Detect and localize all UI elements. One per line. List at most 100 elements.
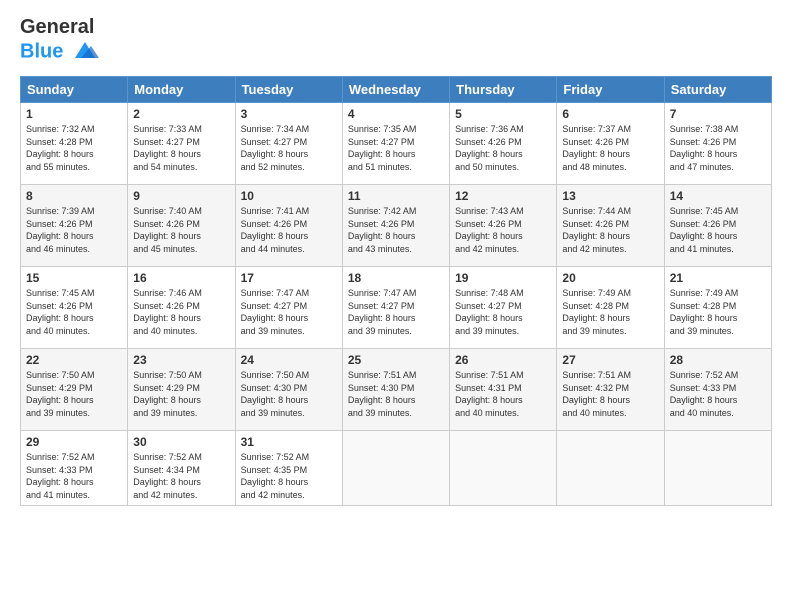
table-row: 5Sunrise: 7:36 AMSunset: 4:26 PMDaylight… [450,103,557,185]
calendar-week-3: 15 Sunrise: 7:45 AMSunset: 4:26 PMDayligh… [21,267,772,349]
table-row: 18 Sunrise: 7:47 AMSunset: 4:27 PMDayligh… [342,267,449,349]
table-row: 6Sunrise: 7:37 AMSunset: 4:26 PMDaylight… [557,103,664,185]
logo-blue-text: Blue [20,38,99,66]
day-number: 8 [26,189,122,203]
table-row [342,431,449,506]
table-row: 1 Sunrise: 7:32 AMSunset: 4:28 PMDaylight… [21,103,128,185]
table-row: 24 Sunrise: 7:50 AMSunset: 4:30 PMDayligh… [235,349,342,431]
table-row: 28Sunrise: 7:52 AMSunset: 4:33 PMDayligh… [664,349,771,431]
day-info: Sunrise: 7:52 AMSunset: 4:33 PMDaylight:… [670,369,766,419]
page: General Blue Sunday Monday Tuesday [0,0,792,612]
day-number: 15 [26,271,122,285]
day-info: Sunrise: 7:34 AMSunset: 4:27 PMDaylight:… [241,123,337,173]
day-number: 31 [241,435,337,449]
table-row: 10 Sunrise: 7:41 AMSunset: 4:26 PMDayligh… [235,185,342,267]
table-row: 26 Sunrise: 7:51 AMSunset: 4:31 PMDayligh… [450,349,557,431]
calendar-header-row: Sunday Monday Tuesday Wednesday Thursday… [21,77,772,103]
table-row: 19 Sunrise: 7:48 AMSunset: 4:27 PMDayligh… [450,267,557,349]
col-saturday: Saturday [664,77,771,103]
day-info: Sunrise: 7:52 AMSunset: 4:35 PMDaylight:… [241,451,337,501]
day-number: 12 [455,189,551,203]
day-info: Sunrise: 7:32 AMSunset: 4:28 PMDaylight:… [26,123,122,173]
day-number: 10 [241,189,337,203]
day-number: 16 [133,271,229,285]
day-info: Sunrise: 7:33 AMSunset: 4:27 PMDaylight:… [133,123,229,173]
table-row: 11 Sunrise: 7:42 AMSunset: 4:26 PMDayligh… [342,185,449,267]
logo-icon [71,38,99,66]
day-info: Sunrise: 7:44 AMSunset: 4:26 PMDaylight:… [562,205,658,255]
col-friday: Friday [557,77,664,103]
day-number: 19 [455,271,551,285]
day-info: Sunrise: 7:39 AMSunset: 4:26 PMDaylight:… [26,205,122,255]
table-row: 3Sunrise: 7:34 AMSunset: 4:27 PMDaylight… [235,103,342,185]
table-row: 23Sunrise: 7:50 AMSunset: 4:29 PMDayligh… [128,349,235,431]
day-number: 27 [562,353,658,367]
day-number: 29 [26,435,122,449]
table-row: 13 Sunrise: 7:44 AMSunset: 4:26 PMDayligh… [557,185,664,267]
logo-general: General [20,16,94,38]
day-number: 11 [348,189,444,203]
table-row: 29 Sunrise: 7:52 AMSunset: 4:33 PMDayligh… [21,431,128,506]
table-row: 30 Sunrise: 7:52 AMSunset: 4:34 PMDayligh… [128,431,235,506]
table-row: 14Sunrise: 7:45 AMSunset: 4:26 PMDayligh… [664,185,771,267]
table-row: 17Sunrise: 7:47 AMSunset: 4:27 PMDayligh… [235,267,342,349]
table-row: 31 Sunrise: 7:52 AMSunset: 4:35 PMDayligh… [235,431,342,506]
day-info: Sunrise: 7:52 AMSunset: 4:34 PMDaylight:… [133,451,229,501]
day-info: Sunrise: 7:41 AMSunset: 4:26 PMDaylight:… [241,205,337,255]
day-info: Sunrise: 7:49 AMSunset: 4:28 PMDaylight:… [562,287,658,337]
header: General Blue [20,16,772,66]
day-info: Sunrise: 7:52 AMSunset: 4:33 PMDaylight:… [26,451,122,501]
day-number: 30 [133,435,229,449]
day-info: Sunrise: 7:51 AMSunset: 4:31 PMDaylight:… [455,369,551,419]
calendar-table: Sunday Monday Tuesday Wednesday Thursday… [20,76,772,506]
day-info: Sunrise: 7:50 AMSunset: 4:30 PMDaylight:… [241,369,337,419]
col-tuesday: Tuesday [235,77,342,103]
day-info: Sunrise: 7:42 AMSunset: 4:26 PMDaylight:… [348,205,444,255]
logo: General Blue [20,16,99,66]
table-row: 25 Sunrise: 7:51 AMSunset: 4:30 PMDayligh… [342,349,449,431]
day-number: 1 [26,107,122,121]
day-info: Sunrise: 7:37 AMSunset: 4:26 PMDaylight:… [562,123,658,173]
day-number: 9 [133,189,229,203]
day-info: Sunrise: 7:48 AMSunset: 4:27 PMDaylight:… [455,287,551,337]
day-info: Sunrise: 7:51 AMSunset: 4:32 PMDaylight:… [562,369,658,419]
day-number: 7 [670,107,766,121]
table-row: 7Sunrise: 7:38 AMSunset: 4:26 PMDaylight… [664,103,771,185]
col-sunday: Sunday [21,77,128,103]
day-number: 25 [348,353,444,367]
logo-text: General [20,16,99,38]
day-number: 13 [562,189,658,203]
day-info: Sunrise: 7:45 AMSunset: 4:26 PMDaylight:… [26,287,122,337]
day-number: 26 [455,353,551,367]
calendar-week-1: 1 Sunrise: 7:32 AMSunset: 4:28 PMDaylight… [21,103,772,185]
col-thursday: Thursday [450,77,557,103]
day-info: Sunrise: 7:49 AMSunset: 4:28 PMDaylight:… [670,287,766,337]
col-wednesday: Wednesday [342,77,449,103]
day-number: 20 [562,271,658,285]
table-row: 16Sunrise: 7:46 AMSunset: 4:26 PMDayligh… [128,267,235,349]
day-number: 18 [348,271,444,285]
col-monday: Monday [128,77,235,103]
day-info: Sunrise: 7:47 AMSunset: 4:27 PMDaylight:… [348,287,444,337]
day-info: Sunrise: 7:50 AMSunset: 4:29 PMDaylight:… [26,369,122,419]
day-number: 24 [241,353,337,367]
day-number: 14 [670,189,766,203]
day-number: 21 [670,271,766,285]
day-info: Sunrise: 7:51 AMSunset: 4:30 PMDaylight:… [348,369,444,419]
day-info: Sunrise: 7:36 AMSunset: 4:26 PMDaylight:… [455,123,551,173]
day-info: Sunrise: 7:35 AMSunset: 4:27 PMDaylight:… [348,123,444,173]
day-info: Sunrise: 7:50 AMSunset: 4:29 PMDaylight:… [133,369,229,419]
table-row [557,431,664,506]
day-info: Sunrise: 7:40 AMSunset: 4:26 PMDaylight:… [133,205,229,255]
table-row [450,431,557,506]
day-info: Sunrise: 7:43 AMSunset: 4:26 PMDaylight:… [455,205,551,255]
table-row: 9 Sunrise: 7:40 AMSunset: 4:26 PMDaylight… [128,185,235,267]
table-row: 4Sunrise: 7:35 AMSunset: 4:27 PMDaylight… [342,103,449,185]
day-number: 2 [133,107,229,121]
table-row: 2 Sunrise: 7:33 AMSunset: 4:27 PMDaylight… [128,103,235,185]
day-number: 22 [26,353,122,367]
logo-blue: Blue [20,40,63,62]
calendar-week-5: 29 Sunrise: 7:52 AMSunset: 4:33 PMDayligh… [21,431,772,506]
day-number: 17 [241,271,337,285]
calendar-week-4: 22 Sunrise: 7:50 AMSunset: 4:29 PMDayligh… [21,349,772,431]
